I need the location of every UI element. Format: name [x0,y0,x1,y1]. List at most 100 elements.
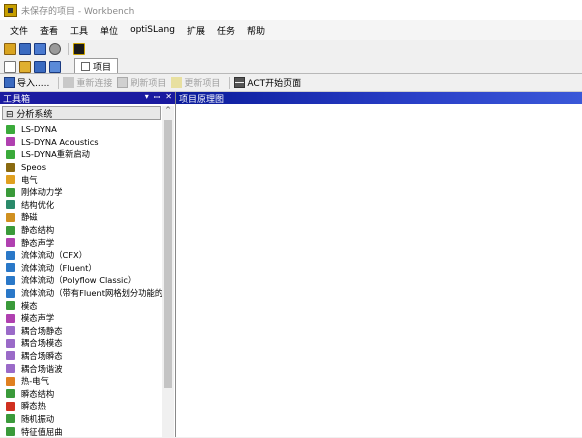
toolbox-item[interactable]: LS-DYNA Acoustics [0,136,162,149]
title-bar: 未保存的项目 - Workbench [0,0,582,20]
toolbox-item-label: 热-电气 [21,376,49,387]
window-title: 未保存的项目 - Workbench [21,6,135,17]
save-project-icon[interactable] [19,42,31,55]
toolbox-item[interactable]: 电气 [0,173,162,186]
act-start-page-button[interactable]: ACT开始页面 [234,76,301,89]
refresh-icon [117,77,129,88]
app-logo-icon[interactable] [73,42,85,55]
toolbox-scrollbar[interactable]: ^ [162,106,174,437]
analysis-system-icon [6,401,15,411]
menu-view[interactable]: 查看 [36,24,66,37]
toolbox-item[interactable]: 静态结构 [0,224,162,237]
toolbox-item[interactable]: 耦合场瞬态 [0,350,162,363]
analysis-system-icon [6,275,15,285]
workbench-logo-icon [4,3,17,17]
toolbox-item[interactable]: 瞬态结构 [0,387,162,400]
toolbox-pin-icon[interactable]: ꟷ [154,92,161,103]
new-icon[interactable] [4,61,16,73]
save-as-icon-2[interactable] [49,61,61,73]
import-button[interactable]: 导入..... [4,76,49,89]
save-icon[interactable] [34,61,46,73]
analysis-systems-group[interactable]: ⊟ 分析系统 [2,106,161,120]
analysis-system-icon [6,313,15,323]
analysis-system-icon [6,288,15,298]
toolbox-item-label: 耦合场静态 [21,325,63,336]
toolbox-item[interactable]: 热-电气 [0,375,162,388]
tab-project[interactable]: 项目 [74,58,119,73]
toolbox-pane: 工具箱 ▾ ꟷ ✕ ⊟ 分析系统 LS-DYNA LS-DYNA Acoustic… [0,92,176,437]
update-bolt-icon [171,77,183,88]
toolbox-item[interactable]: 刚体动力学 [0,186,162,199]
analysis-system-icon [6,351,15,361]
toolbox-item-label: 模态 [21,300,38,311]
toolbox-item[interactable]: 结构优化 [0,199,162,212]
menu-help[interactable]: 帮助 [243,24,273,37]
schematic-title: 项目原理图 [179,94,225,105]
toolbox-item-label: 静态声学 [21,237,55,248]
toolbox-dropdown-icon[interactable]: ▾ [145,92,149,103]
scroll-thumb[interactable] [164,120,172,388]
toolbox-item[interactable]: 特征值屈曲 [0,425,162,438]
toolbox-item[interactable]: 随机振动 [0,413,162,426]
toolbox-item-label: LS-DYNA重新启动 [21,149,90,160]
menu-extensions[interactable]: 扩展 [183,24,213,37]
toolbox-item[interactable]: LS-DYNA重新启动 [0,148,162,161]
toolbox-item[interactable]: 流体流动（Polyflow Classic） [0,274,162,287]
toolbox-item-label: 静磁 [21,212,38,223]
menu-file[interactable]: 文件 [6,24,36,37]
tab-row: 项目 [0,57,582,74]
analysis-system-icon [6,250,15,260]
menu-tools[interactable]: 工具 [66,24,96,37]
menu-units[interactable]: 单位 [96,24,126,37]
toolbox-item[interactable]: 耦合场谐波 [0,362,162,375]
toolbox-close-icon[interactable]: ✕ [165,92,172,103]
toolbox-item[interactable]: 模态声学 [0,312,162,325]
toolbox-item-label: 结构优化 [21,199,55,210]
menu-jobs[interactable]: 任务 [213,24,243,37]
toolbox-item[interactable]: 模态 [0,299,162,312]
toolbox-item[interactable]: 静态声学 [0,236,162,249]
toolbox-header: 工具箱 ▾ ꟷ ✕ [0,92,175,105]
toolbox-title: 工具箱 [3,94,31,105]
toolbox-item[interactable]: 流体流动（带有Fluent网格划分功能的 [0,287,162,300]
refresh-project-button[interactable]: 刷新项目 [117,76,166,89]
menu-optislang[interactable]: optiSLang [126,25,183,35]
analysis-system-icon [6,124,15,134]
act-start-label: ACT开始页面 [247,79,302,89]
toolbox-item-label: 刚体动力学 [21,187,63,198]
toolbox-list: LS-DYNA LS-DYNA Acoustics LS-DYNA重新启动 Speos… [0,123,162,438]
analysis-system-icon [6,414,15,424]
toolbox-item-label: 模态声学 [21,313,55,324]
scroll-up-icon[interactable]: ^ [162,106,174,116]
disc-icon[interactable] [49,42,61,55]
analysis-system-icon [6,364,15,374]
analysis-system-icon [6,212,15,222]
open-folder-icon[interactable] [19,61,31,73]
toolbox-item[interactable]: LS-DYNA [0,123,162,136]
project-schematic-pane[interactable]: 项目原理图 [176,92,582,437]
toolbox-item[interactable]: 耦合场模态 [0,337,162,350]
project-tab-icon [81,61,90,71]
import-icon [4,77,15,88]
tab-project-label: 项目 [93,62,112,73]
toolbox-item-label: 随机振动 [21,413,55,424]
save-as-icon[interactable] [34,42,46,55]
toolbar-separator [229,76,231,89]
toolbox-item[interactable]: 流体流动（Fluent） [0,262,162,275]
analysis-system-icon [6,376,15,386]
open-project-icon[interactable] [4,42,16,55]
analysis-system-icon [6,137,15,147]
toolbox-item[interactable]: 瞬态热 [0,400,162,413]
update-project-button[interactable]: 更新项目 [171,76,220,89]
toolbox-item[interactable]: Speos [0,161,162,174]
toolbox-item[interactable]: 耦合场静态 [0,325,162,338]
reconnect-icon [63,77,75,88]
analysis-system-icon [6,301,15,311]
toolbar-separator [68,42,69,55]
toolbar-separator [58,76,60,89]
toolbox-item-label: 流体流动（CFX） [21,250,88,261]
reconnect-button[interactable]: 重新连接 [63,76,112,89]
toolbox-item[interactable]: 流体流动（CFX） [0,249,162,262]
import-label: 导入..... [17,79,50,89]
toolbox-item[interactable]: 静磁 [0,211,162,224]
